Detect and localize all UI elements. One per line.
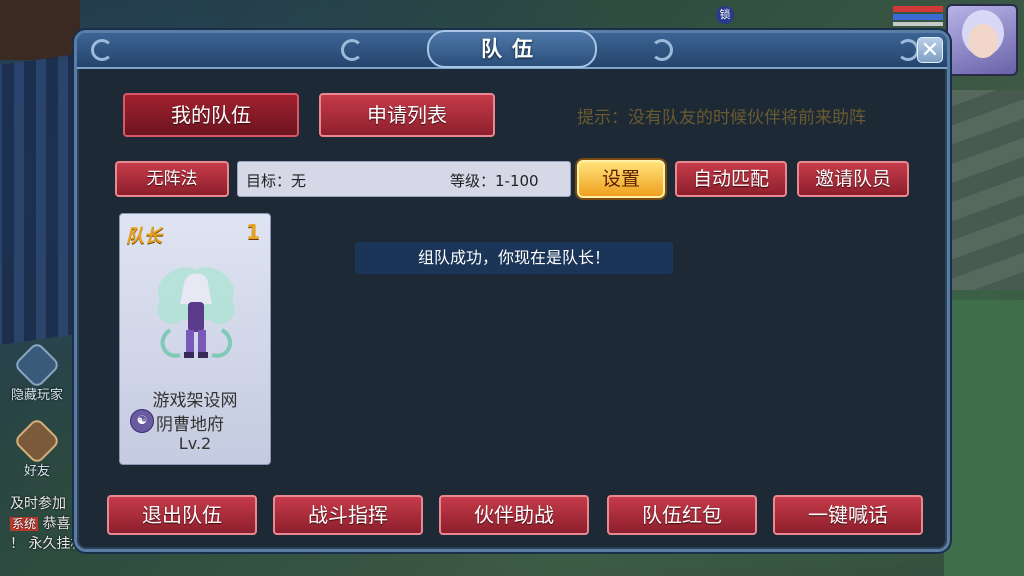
mp-bar	[893, 14, 943, 20]
friends-label: 好友	[23, 464, 50, 479]
dialog-header: 队伍 ✕	[77, 30, 947, 69]
leave-team-button[interactable]: 退出队伍	[107, 495, 257, 535]
tab-application-list[interactable]: 申请列表	[319, 93, 495, 137]
swirl-ornament-icon	[341, 39, 363, 61]
no-sign-icon	[12, 340, 62, 390]
hide-players-label: 隐藏玩家	[10, 388, 63, 403]
slot-number: 1	[246, 220, 260, 244]
target-label: 目标：无	[246, 172, 307, 190]
friends-button[interactable]: 好友	[4, 416, 70, 479]
hint-text: 提示：没有队友的时候伙伴将前来助阵	[577, 108, 866, 128]
grass-area	[944, 300, 1024, 576]
chat-system-tag: 系统	[10, 517, 39, 531]
team-target-field[interactable]: 目标：无 等级：1-100	[237, 161, 571, 197]
character-avatar	[157, 267, 235, 358]
tab-my-team[interactable]: 我的队伍	[123, 93, 299, 137]
chat-text: 恭喜	[42, 516, 71, 532]
dialog-title: 队伍	[427, 30, 597, 68]
member-sect: 阴曹地府	[156, 415, 224, 435]
building-wall	[0, 0, 80, 60]
team-member-card[interactable]: 队长 1 游戏架设网 ☯ 阴曹地府 Lv.2	[119, 213, 271, 465]
player-portrait[interactable]	[946, 4, 1018, 76]
close-button[interactable]: ✕	[917, 37, 943, 63]
settings-button[interactable]: 设置	[577, 160, 665, 198]
invite-member-button[interactable]: 邀请队员	[797, 161, 909, 197]
status-message: 组队成功，你现在是队长！	[355, 242, 673, 274]
member-level: Lv.2	[178, 434, 212, 453]
member-name: 游戏架设网	[152, 391, 238, 411]
partner-assist-button[interactable]: 伙伴助战	[439, 495, 589, 535]
swirl-ornament-icon	[897, 39, 919, 61]
one-click-shout-button[interactable]: 一键喊话	[773, 495, 923, 535]
team-dialog: 队伍 ✕ 我的队伍 申请列表 提示：没有队友的时候伙伴将前来助阵 无阵法 目标：…	[74, 30, 950, 552]
hide-players-button[interactable]: 隐藏玩家	[4, 340, 70, 403]
battle-command-button[interactable]: 战斗指挥	[273, 495, 423, 535]
handshake-icon	[12, 416, 62, 466]
exp-bar	[893, 22, 943, 26]
portrait-face	[968, 24, 998, 58]
stone-wall	[944, 90, 1024, 290]
leader-tag: 队长	[126, 226, 162, 247]
auto-match-button[interactable]: 自动匹配	[675, 161, 787, 197]
level-range-label: 等级：1-100	[450, 172, 539, 190]
hp-bar	[893, 6, 943, 12]
formation-button[interactable]: 无阵法	[115, 161, 229, 197]
swirl-ornament-icon	[651, 39, 673, 61]
sect-emblem-icon: ☯	[130, 409, 154, 433]
swirl-ornament-icon	[91, 39, 113, 61]
lock-icon[interactable]: 锁	[716, 6, 734, 24]
team-red-packet-button[interactable]: 队伍红包	[607, 495, 757, 535]
